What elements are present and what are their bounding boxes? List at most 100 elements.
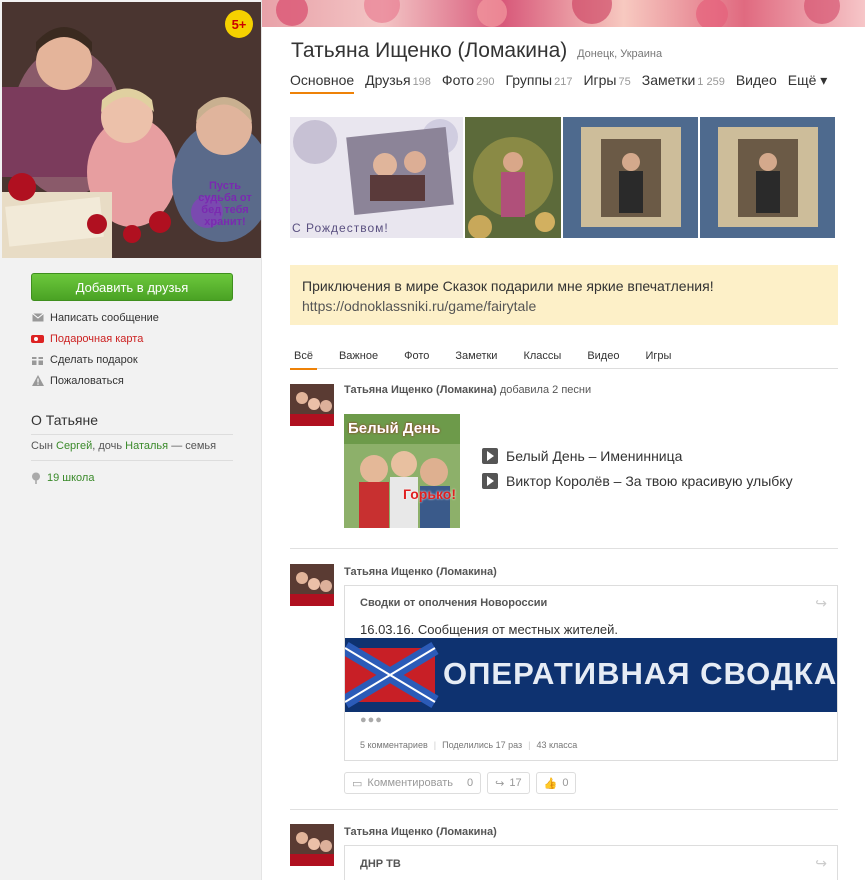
- tab-groups-count: 217: [554, 76, 573, 88]
- tab-main-label: Основное: [290, 72, 355, 88]
- reshare-button[interactable]: ↪ 17: [487, 772, 530, 794]
- tab-photos-label: Фото: [441, 72, 475, 88]
- album-title: Белый День: [348, 420, 441, 437]
- post-actions: ▭ Комментировать 0 ↪ 17 👍 0: [344, 772, 582, 794]
- about-heading: О Татьяне: [31, 412, 233, 435]
- notice-url[interactable]: https://odnoklassniki.ru/game/fairytale: [302, 296, 826, 316]
- profile-name-row: Татьяна Ищенко (Ломакина) Донецк, Украин…: [291, 39, 662, 63]
- comments-count[interactable]: 5 комментариев: [360, 740, 428, 750]
- post-divider: [290, 548, 838, 549]
- feed-tab-important[interactable]: Важное: [335, 349, 382, 363]
- report-link[interactable]: Пожаловаться: [31, 370, 231, 391]
- post-author-avatar[interactable]: [290, 824, 334, 866]
- album-subtitle: Горько!: [403, 486, 456, 502]
- feed-tab-games[interactable]: Игры: [641, 349, 675, 363]
- play-icon[interactable]: [482, 473, 498, 489]
- photo-3[interactable]: [563, 117, 698, 238]
- card-title[interactable]: Сводки от ополчения Новороссии: [360, 597, 547, 609]
- track-2-title: Виктор Королёв – За твою красивую улыбку: [506, 473, 793, 489]
- tab-photos[interactable]: Фото 290: [442, 72, 495, 94]
- warning-icon: [31, 375, 44, 386]
- shared-card[interactable]: ДНР ТВ ↪: [344, 845, 838, 880]
- daughter-link[interactable]: Наталья: [125, 440, 168, 452]
- school-link[interactable]: 19 школа: [31, 472, 94, 484]
- feed-tab-all[interactable]: Всё: [290, 349, 317, 370]
- card-title[interactable]: ДНР ТВ: [360, 858, 401, 870]
- tab-friends[interactable]: Друзья 198: [365, 72, 431, 94]
- post-author-name[interactable]: Татьяна Ищенко (Ломакина): [344, 566, 497, 578]
- more-dots-icon[interactable]: ●●●: [360, 714, 383, 726]
- son-link[interactable]: Сергей: [56, 440, 92, 452]
- post-action-text: добавила 2 песни: [499, 384, 592, 396]
- family-info: Сын Сергей, дочь Наталья — семья: [31, 440, 233, 461]
- gift-card-link[interactable]: Подарочная карта: [31, 328, 231, 349]
- play-icon[interactable]: [482, 448, 498, 464]
- profile-avatar[interactable]: Пусть судьба от бед тебя хранит! 5+: [2, 2, 261, 258]
- tab-friends-label: Друзья: [365, 72, 411, 88]
- card-text: 16.03.16. Сообщения от местных жителей.: [360, 622, 619, 637]
- tab-groups[interactable]: Группы 217: [505, 72, 572, 94]
- tab-main[interactable]: Основное: [290, 72, 355, 94]
- school-label: 19 школа: [47, 472, 95, 484]
- likes-count[interactable]: 43 класса: [536, 740, 577, 750]
- album-cover[interactable]: Белый День Горько!: [344, 414, 460, 528]
- tab-more[interactable]: Ещё ▾: [788, 72, 828, 94]
- share-icon[interactable]: ↪: [815, 595, 827, 612]
- feed-tab-notes[interactable]: Заметки: [451, 349, 501, 363]
- feed-post-music: Татьяна Ищенко (Ломакина) добавила 2 пес…: [290, 384, 838, 534]
- track-1-title: Белый День – Именинница: [506, 448, 683, 464]
- feed-tab-video[interactable]: Видео: [583, 349, 623, 363]
- gift-card-label: Подарочная карта: [50, 332, 144, 345]
- post-author-avatar[interactable]: [290, 384, 334, 426]
- track-2[interactable]: Виктор Королёв – За твою красивую улыбку: [482, 473, 793, 489]
- daughter-prefix: , дочь: [92, 440, 123, 452]
- photo-1-caption: С Рождеством!: [292, 221, 389, 235]
- photo-strip: С Рождеством!: [290, 117, 837, 238]
- photo-1[interactable]: С Рождеством!: [290, 117, 463, 238]
- age-badge: 5+: [225, 10, 253, 38]
- reshare-icon: ↪: [495, 777, 505, 790]
- comment-button-count: 0: [467, 777, 474, 789]
- share-icon[interactable]: ↪: [815, 855, 827, 872]
- reshare-count: 17: [509, 777, 522, 789]
- profile-name: Татьяна Ищенко (Ломакина): [291, 39, 568, 62]
- tab-friends-count: 198: [412, 76, 431, 88]
- son-prefix: Сын: [31, 440, 53, 452]
- make-gift-label: Сделать подарок: [50, 353, 138, 366]
- tab-video[interactable]: Видео: [736, 72, 777, 94]
- post-author-line: Татьяна Ищенко (Ломакина) добавила 2 пес…: [344, 384, 591, 396]
- card-banner-image[interactable]: ОПЕРАТИВНАЯ СВОДКА: [345, 638, 837, 712]
- like-button[interactable]: 👍 0: [535, 772, 577, 794]
- shares-count[interactable]: Поделились 17 раз: [442, 740, 522, 750]
- tab-games[interactable]: Игры 75: [583, 72, 630, 94]
- feed-post-dnr: Татьяна Ищенко (Ломакина) ДНР ТВ ↪: [290, 824, 838, 880]
- card-stats: 5 комментариев | Поделились 17 раз | 43 клас…: [360, 740, 578, 750]
- post-divider: [290, 809, 838, 810]
- tab-notes[interactable]: Заметки 1 259: [642, 72, 725, 94]
- add-friend-button[interactable]: Добавить в друзья: [31, 273, 233, 301]
- profile-nav: Основное Друзья 198 Фото 290 Группы 217 Игр…: [290, 72, 838, 94]
- send-message-link[interactable]: Написать сообщение: [31, 307, 231, 328]
- report-label: Пожаловаться: [50, 374, 124, 387]
- comment-icon: ▭: [352, 777, 363, 790]
- shared-card[interactable]: Сводки от ополчения Новороссии ↪ 16.03.1…: [344, 585, 838, 761]
- track-1[interactable]: Белый День – Именинница: [482, 448, 682, 464]
- card-banner-text: ОПЕРАТИВНАЯ СВОДКА: [443, 656, 837, 691]
- tab-notes-label: Заметки: [641, 72, 696, 88]
- send-message-label: Написать сообщение: [50, 311, 159, 324]
- feed-tab-likes[interactable]: Классы: [519, 349, 565, 363]
- gift-card-icon: [31, 333, 44, 344]
- feed-tab-photo[interactable]: Фото: [400, 349, 433, 363]
- photo-2[interactable]: [465, 117, 561, 238]
- make-gift-link[interactable]: Сделать подарок: [31, 349, 231, 370]
- post-author-name[interactable]: Татьяна Ищенко (Ломакина): [344, 384, 497, 396]
- like-icon: 👍: [543, 777, 558, 790]
- tab-groups-label: Группы: [505, 72, 553, 88]
- avatar-caption: Пусть судьба от бед тебя хранит!: [198, 180, 252, 228]
- photo-4[interactable]: [700, 117, 835, 238]
- tab-notes-count: 1 259: [697, 76, 725, 88]
- post-author-name[interactable]: Татьяна Ищенко (Ломакина): [344, 826, 497, 838]
- school-pin-icon: [31, 472, 41, 484]
- comment-button[interactable]: ▭ Комментировать 0: [344, 772, 482, 794]
- post-author-avatar[interactable]: [290, 564, 334, 606]
